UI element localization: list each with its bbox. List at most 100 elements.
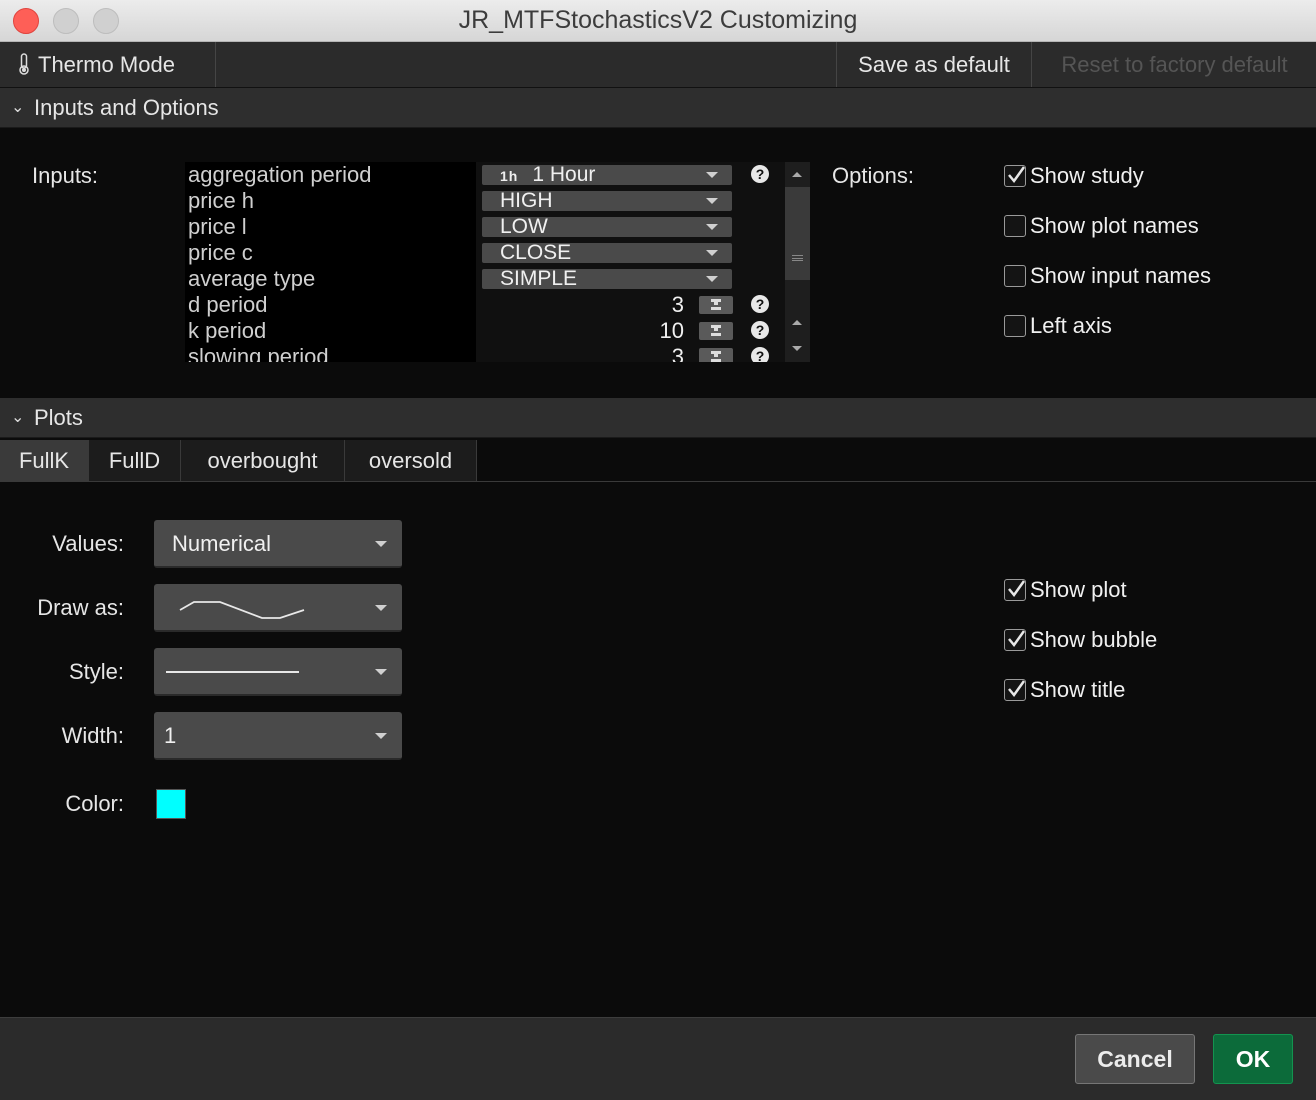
scroll-up-icon[interactable] — [792, 172, 802, 177]
input-row-average-type: average type SIMPLE — [185, 266, 810, 292]
decrement-icon — [711, 333, 721, 336]
caret-down-icon — [375, 669, 387, 675]
checkbox-checked-icon — [1004, 579, 1026, 601]
draw-as-dropdown[interactable] — [154, 584, 402, 632]
price-c-dropdown[interactable]: CLOSE — [482, 241, 732, 264]
checkbox-unchecked-icon — [1004, 265, 1026, 287]
aggregation-period-value: 1 Hour — [532, 163, 596, 186]
style-dropdown[interactable] — [154, 648, 402, 696]
thermometer-icon — [19, 53, 29, 75]
caret-down-icon — [706, 250, 718, 256]
caret-down-icon — [706, 198, 718, 204]
slowing-period-field[interactable]: 3 — [482, 344, 684, 362]
k-period-field[interactable]: 10 — [482, 318, 684, 344]
values-label: Values: — [52, 531, 124, 556]
checkbox-unchecked-icon — [1004, 315, 1026, 337]
dialog-footer: Cancel OK — [0, 1017, 1316, 1100]
help-icon[interactable]: ? — [751, 295, 769, 313]
timeframe-badge: 1h — [500, 168, 519, 184]
input-row-price-l: price l LOW — [185, 214, 810, 240]
color-swatch[interactable] — [156, 789, 186, 819]
help-icon[interactable]: ? — [751, 347, 769, 362]
input-name: aggregation period — [188, 162, 372, 187]
caret-down-icon — [375, 541, 387, 547]
input-row-d-period: d period 3 ? — [185, 292, 810, 318]
slowing-period-stepper[interactable] — [699, 348, 733, 362]
scroll-up-icon[interactable] — [792, 320, 802, 325]
average-type-value: SIMPLE — [500, 267, 578, 290]
inputs-options-header[interactable]: ⌄ Inputs and Options — [0, 88, 1316, 128]
values-value: Numerical — [172, 531, 272, 556]
chevron-down-icon: ⌄ — [11, 99, 25, 116]
window-title: JR_MTFStochasticsV2 Customizing — [458, 6, 858, 34]
price-l-value: LOW — [500, 215, 548, 238]
scroll-down-icon[interactable] — [792, 346, 802, 351]
values-dropdown[interactable]: Numerical — [154, 520, 402, 568]
checkbox-checked-icon — [1004, 165, 1026, 187]
tab-oversold[interactable]: oversold — [345, 440, 477, 481]
input-row-slowing-period: slowing period 3 ? — [185, 344, 810, 362]
input-name: price l — [188, 214, 247, 239]
scroll-thumb[interactable] — [785, 187, 810, 280]
input-row-price-c: price c CLOSE — [185, 240, 810, 266]
caret-down-icon — [375, 605, 387, 611]
style-label: Style: — [68, 659, 124, 684]
thermo-mode-button[interactable]: Thermo Mode — [0, 42, 216, 87]
plots-title: Plots — [34, 405, 83, 430]
tab-fulld[interactable]: FullD — [89, 440, 181, 481]
chevron-down-icon: ⌄ — [11, 409, 25, 426]
inputs-table: aggregation period 1h 1 Hour ? price h HI… — [185, 162, 810, 362]
checkbox-unchecked-icon — [1004, 215, 1026, 237]
decrement-icon — [711, 307, 721, 310]
input-row-k-period: k period 10 ? — [185, 318, 810, 344]
ok-button[interactable]: OK — [1213, 1034, 1293, 1084]
input-row-price-h: price h HIGH — [185, 188, 810, 214]
tab-overbought[interactable]: overbought — [181, 440, 345, 481]
toolbar: Thermo Mode Save as default Reset to fac… — [0, 42, 1316, 88]
save-as-default-button[interactable]: Save as default — [836, 42, 1032, 87]
increment-icon — [711, 351, 721, 357]
average-type-dropdown[interactable]: SIMPLE — [482, 267, 732, 290]
width-label: Width: — [61, 723, 124, 748]
grip-icon — [792, 255, 803, 261]
input-name: d period — [188, 292, 268, 317]
k-period-stepper[interactable] — [699, 322, 733, 340]
left-axis-label: Left axis — [1030, 313, 1112, 338]
inputs-options-title: Inputs and Options — [34, 95, 219, 120]
caret-down-icon — [375, 733, 387, 739]
aggregation-period-dropdown[interactable]: 1h 1 Hour — [482, 163, 732, 186]
width-dropdown[interactable]: 1 — [154, 712, 402, 760]
price-c-value: CLOSE — [500, 241, 572, 264]
draw-as-label: Draw as: — [37, 595, 124, 620]
input-name: price h — [188, 188, 255, 213]
line-chart-icon — [179, 601, 305, 619]
help-icon[interactable]: ? — [751, 165, 769, 183]
options-label: Options: — [832, 163, 914, 188]
checkbox-checked-icon — [1004, 629, 1026, 651]
price-h-dropdown[interactable]: HIGH — [482, 190, 732, 211]
width-value: 1 — [164, 723, 177, 748]
d-period-field[interactable]: 3 — [482, 292, 684, 318]
inputs-scrollbar[interactable] — [785, 162, 810, 362]
plots-header[interactable]: ⌄ Plots — [0, 398, 1316, 438]
show-title-label: Show title — [1030, 677, 1126, 702]
tab-fullk[interactable]: FullK — [0, 440, 89, 481]
solid-line-icon — [166, 671, 299, 673]
show-study-label: Show study — [1030, 163, 1144, 188]
title-bar: JR_MTFStochasticsV2 Customizing — [0, 0, 1316, 42]
increment-icon — [711, 299, 721, 305]
show-bubble-label: Show bubble — [1030, 627, 1158, 652]
cancel-button[interactable]: Cancel — [1075, 1034, 1195, 1084]
reset-factory-default-button[interactable]: Reset to factory default — [1033, 42, 1316, 87]
input-name: k period — [188, 318, 267, 343]
price-l-dropdown[interactable]: LOW — [482, 215, 732, 238]
plot-tabs: FullK FullD overbought oversold — [0, 440, 1316, 482]
input-row-aggregation-period: aggregation period 1h 1 Hour ? — [185, 162, 810, 188]
help-icon[interactable]: ? — [751, 321, 769, 339]
input-name: price c — [188, 240, 253, 265]
show-input-names-label: Show input names — [1030, 263, 1211, 288]
show-plot-names-label: Show plot names — [1030, 213, 1199, 238]
caret-down-icon — [706, 224, 718, 230]
d-period-stepper[interactable] — [699, 296, 733, 314]
show-plot-label: Show plot — [1030, 577, 1127, 602]
